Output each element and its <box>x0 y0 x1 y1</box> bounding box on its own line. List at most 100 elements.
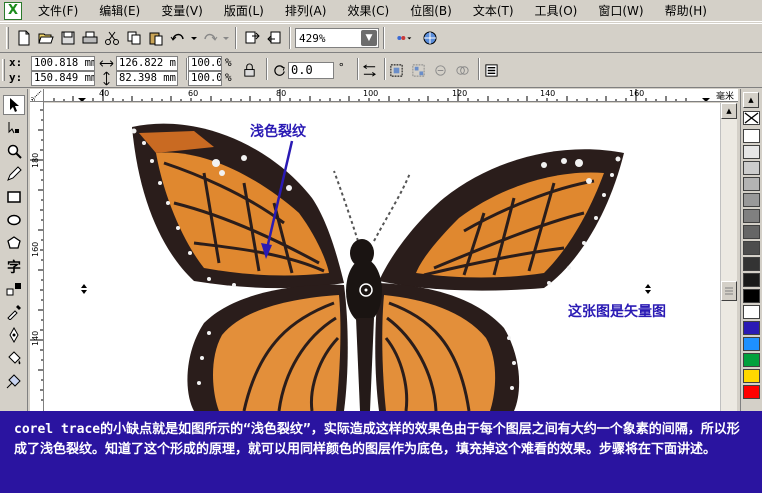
propbar-separator <box>384 58 386 80</box>
rotation-field[interactable]: 0.0 <box>288 62 334 79</box>
corel-online-button[interactable] <box>419 27 441 49</box>
no-fill-swatch[interactable] <box>743 111 760 125</box>
menu-edit[interactable]: 编辑(E) <box>93 0 146 22</box>
text-tool[interactable]: 字 <box>3 256 25 276</box>
color-swatch[interactable] <box>743 177 760 191</box>
scale-x-field[interactable]: 100.0 <box>188 56 222 71</box>
menu-file[interactable]: 文件(F) <box>32 0 84 22</box>
polygon-tool[interactable] <box>3 233 25 253</box>
ruler-tick-label: 80 <box>276 89 287 98</box>
outline-tool[interactable] <box>3 325 25 345</box>
pen-nib-icon <box>9 327 19 343</box>
paint-bucket-icon <box>8 351 21 365</box>
toolbar-grip[interactable] <box>6 27 9 49</box>
paste-button[interactable] <box>145 27 167 49</box>
ellipse-tool[interactable] <box>3 210 25 230</box>
color-swatch[interactable] <box>743 209 760 223</box>
redo-dropdown[interactable] <box>221 27 231 49</box>
color-swatch[interactable] <box>743 369 760 383</box>
color-swatch[interactable] <box>743 385 760 399</box>
menu-window[interactable]: 窗口(W) <box>592 0 649 22</box>
y-label: y: <box>9 71 23 84</box>
menu-text[interactable]: 文本(T) <box>467 0 520 22</box>
palette-scroll-up-button[interactable]: ▲ <box>743 92 759 108</box>
color-swatch[interactable] <box>743 305 760 319</box>
color-swatch[interactable] <box>743 161 760 175</box>
outline-pen-icon <box>484 63 498 77</box>
color-swatch[interactable] <box>743 337 760 351</box>
width-field[interactable]: 126.822 m <box>116 56 178 71</box>
save-button[interactable] <box>57 27 79 49</box>
undo-button[interactable] <box>167 27 189 49</box>
propbar-grip[interactable] <box>2 59 5 81</box>
color-swatch[interactable] <box>743 257 760 271</box>
y-position-field[interactable]: 150.849 mm <box>31 71 95 86</box>
application-launcher-button[interactable] <box>389 27 419 49</box>
color-swatch[interactable] <box>743 225 760 239</box>
chevron-down-icon[interactable]: ▼ <box>361 30 377 46</box>
ruler-tick-label: 40 <box>99 89 110 98</box>
interactive-fill-tool[interactable] <box>3 371 25 391</box>
color-swatch[interactable] <box>743 129 760 143</box>
outline-properties-button[interactable] <box>482 61 500 79</box>
height-field[interactable]: 82.398 mm <box>116 71 178 86</box>
color-swatch[interactable] <box>743 145 760 159</box>
ellipse-icon <box>7 214 21 226</box>
undo-dropdown[interactable] <box>189 27 199 49</box>
redo-button[interactable] <box>199 27 221 49</box>
vector-image-annotation: 这张图是矢量图 <box>568 304 666 320</box>
color-swatch[interactable] <box>743 353 760 367</box>
menu-bitmaps[interactable]: 位图(B) <box>404 0 458 22</box>
scale-y-field[interactable]: 100.0 <box>188 71 222 86</box>
fill-tool[interactable] <box>3 348 25 368</box>
ruler-origin[interactable] <box>30 89 44 102</box>
combine-button[interactable] <box>453 61 471 79</box>
menu-help[interactable]: 帮助(H) <box>659 0 713 22</box>
cut-button[interactable] <box>101 27 123 49</box>
x-position-field[interactable]: 100.818 mm <box>31 56 95 71</box>
vertical-scrollbar[interactable]: ▲ <box>720 103 737 411</box>
printer-icon <box>82 31 98 44</box>
zoom-level-combo[interactable]: 429% ▼ <box>295 28 379 48</box>
menu-effects[interactable]: 效果(C) <box>341 0 395 22</box>
group-button[interactable] <box>387 61 405 79</box>
interactive-blend-tool[interactable] <box>3 279 25 299</box>
drawing-canvas[interactable]: 浅色裂纹 这张图是矢量图 <box>44 103 720 411</box>
ruler-tick-label: 180 <box>31 152 40 168</box>
eyedropper-tool[interactable] <box>3 302 25 322</box>
color-swatch[interactable] <box>743 241 760 255</box>
scroll-up-button[interactable]: ▲ <box>721 103 737 119</box>
ungroup-icon <box>411 63 425 77</box>
scroll-thumb[interactable] <box>721 281 737 301</box>
butterfly-vector-image[interactable] <box>44 103 720 411</box>
import-button[interactable] <box>241 27 263 49</box>
menu-arrange[interactable]: 排列(A) <box>279 0 333 22</box>
color-swatch[interactable] <box>743 193 760 207</box>
pick-tool[interactable] <box>3 95 25 115</box>
color-swatch[interactable] <box>743 289 760 303</box>
export-button[interactable] <box>263 27 285 49</box>
propbar-separator <box>266 58 268 80</box>
color-swatch[interactable] <box>743 321 760 335</box>
new-button[interactable] <box>13 27 35 49</box>
polygon-icon <box>7 236 21 249</box>
app-logo-icon[interactable]: X <box>4 1 22 20</box>
menu-layout[interactable]: 版面(L) <box>218 0 270 22</box>
freehand-tool[interactable] <box>3 164 25 184</box>
ungroup-all-button[interactable] <box>431 61 449 79</box>
horizontal-ruler[interactable]: 40 60 80 100 120 140 160 毫米 <box>44 89 738 102</box>
zoom-tool[interactable] <box>3 141 25 161</box>
vertical-ruler[interactable]: 180 160 140 <box>30 102 44 411</box>
rectangle-tool[interactable] <box>3 187 25 207</box>
mirror-button[interactable] <box>360 61 378 79</box>
color-swatch[interactable] <box>743 273 760 287</box>
copy-button[interactable] <box>123 27 145 49</box>
open-button[interactable] <box>35 27 57 49</box>
lock-ratio-button[interactable] <box>240 61 258 79</box>
print-button[interactable] <box>79 27 101 49</box>
menu-tools[interactable]: 工具(O) <box>529 0 584 22</box>
ungroup-button[interactable] <box>409 61 427 79</box>
shape-tool[interactable] <box>3 118 25 138</box>
menu-view[interactable]: 变量(V) <box>155 0 209 22</box>
shape-node-icon <box>8 122 19 134</box>
